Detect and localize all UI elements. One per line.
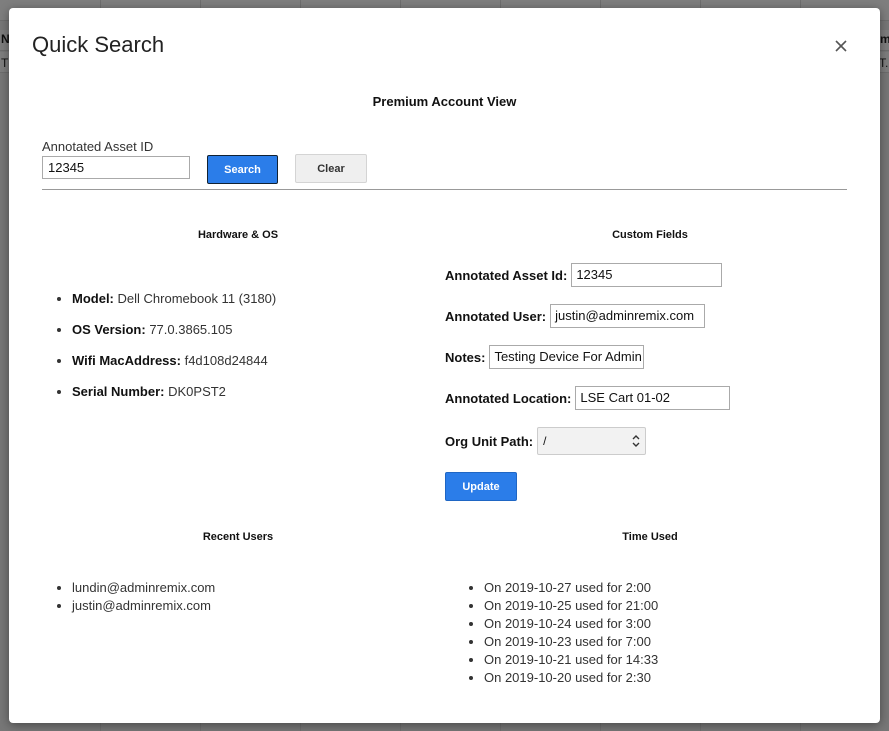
asset-id-field[interactable]: 12345 bbox=[571, 263, 723, 287]
os-version-label: OS Version: bbox=[72, 322, 146, 337]
wifi-mac-value: f4d108d24844 bbox=[184, 353, 268, 368]
model-label: Model: bbox=[72, 291, 114, 306]
quick-search-modal: Quick Search Premium Account View Annota… bbox=[9, 8, 880, 723]
annotated-location-label: Annotated Location: bbox=[445, 390, 572, 406]
org-unit-label: Org Unit Path: bbox=[445, 433, 534, 449]
time-used-item: On 2019-10-20 used for 2:30 bbox=[484, 669, 658, 687]
notes-label: Notes: bbox=[445, 349, 486, 365]
time-used-heading: Time Used bbox=[622, 531, 678, 543]
model-value: Dell Chromebook 11 (3180) bbox=[117, 291, 277, 306]
bg-edge-text: T bbox=[1, 56, 9, 70]
annotated-location-row: Annotated Location: LSE Cart 01-02 bbox=[445, 386, 731, 410]
wifi-mac-label: Wifi MacAddress: bbox=[72, 353, 181, 368]
close-button[interactable] bbox=[831, 36, 851, 56]
annotated-user-row: Annotated User: justin@adminremix.com bbox=[445, 304, 706, 328]
asset-id-field-label: Annotated Asset Id: bbox=[445, 267, 568, 283]
close-icon bbox=[835, 40, 847, 52]
custom-fields-heading: Custom Fields bbox=[612, 229, 688, 241]
clear-button[interactable]: Clear bbox=[295, 154, 367, 183]
hardware-list: Model: Dell Chromebook 11 (3180) OS Vers… bbox=[42, 291, 276, 415]
recent-users-list: lundin@adminremix.com justin@adminremix.… bbox=[42, 579, 215, 615]
update-button[interactable]: Update bbox=[445, 472, 517, 501]
time-used-item: On 2019-10-24 used for 3:00 bbox=[484, 615, 658, 633]
time-used-item: On 2019-10-23 used for 7:00 bbox=[484, 633, 658, 651]
asset-id-search-input[interactable]: 12345 bbox=[42, 156, 190, 179]
asset-id-label: Annotated Asset ID bbox=[42, 139, 154, 154]
account-view-heading: Premium Account View bbox=[372, 94, 517, 109]
divider bbox=[42, 189, 847, 190]
org-unit-select[interactable]: / bbox=[537, 427, 647, 455]
list-item: Model: Dell Chromebook 11 (3180) bbox=[72, 291, 276, 322]
list-item: OS Version: 77.0.3865.105 bbox=[72, 322, 276, 353]
time-used-item: On 2019-10-21 used for 14:33 bbox=[484, 651, 658, 669]
chevron-up-down-icon bbox=[632, 435, 640, 447]
annotated-user-label: Annotated User: bbox=[445, 308, 547, 324]
recent-user-item: justin@adminremix.com bbox=[72, 597, 215, 615]
annotated-location-field[interactable]: LSE Cart 01-02 bbox=[575, 386, 731, 410]
recent-user-item: lundin@adminremix.com bbox=[72, 579, 215, 597]
notes-row: Notes: Testing Device For Admin bbox=[445, 345, 645, 369]
time-used-item: On 2019-10-27 used for 2:00 bbox=[484, 579, 658, 597]
time-used-list: On 2019-10-27 used for 2:00 On 2019-10-2… bbox=[454, 579, 658, 687]
serial-number-label: Serial Number: bbox=[72, 384, 165, 399]
hardware-heading: Hardware & OS bbox=[197, 229, 279, 241]
bg-edge-text: m bbox=[880, 32, 889, 46]
asset-id-row: Annotated Asset Id: 12345 bbox=[445, 263, 723, 287]
notes-field[interactable]: Testing Device For Admin bbox=[489, 345, 645, 369]
annotated-user-field[interactable]: justin@adminremix.com bbox=[550, 304, 706, 328]
list-item: Serial Number: DK0PST2 bbox=[72, 384, 276, 415]
org-unit-row: Org Unit Path: / bbox=[445, 427, 647, 455]
time-used-item: On 2019-10-25 used for 21:00 bbox=[484, 597, 658, 615]
search-button[interactable]: Search bbox=[207, 155, 278, 184]
org-unit-value: / bbox=[543, 434, 547, 448]
recent-users-heading: Recent Users bbox=[202, 531, 274, 543]
serial-number-value: DK0PST2 bbox=[168, 384, 226, 399]
bg-edge-text: T. bbox=[879, 56, 889, 70]
modal-title: Quick Search bbox=[32, 32, 165, 57]
os-version-value: 77.0.3865.105 bbox=[149, 322, 233, 337]
list-item: Wifi MacAddress: f4d108d24844 bbox=[72, 353, 276, 384]
